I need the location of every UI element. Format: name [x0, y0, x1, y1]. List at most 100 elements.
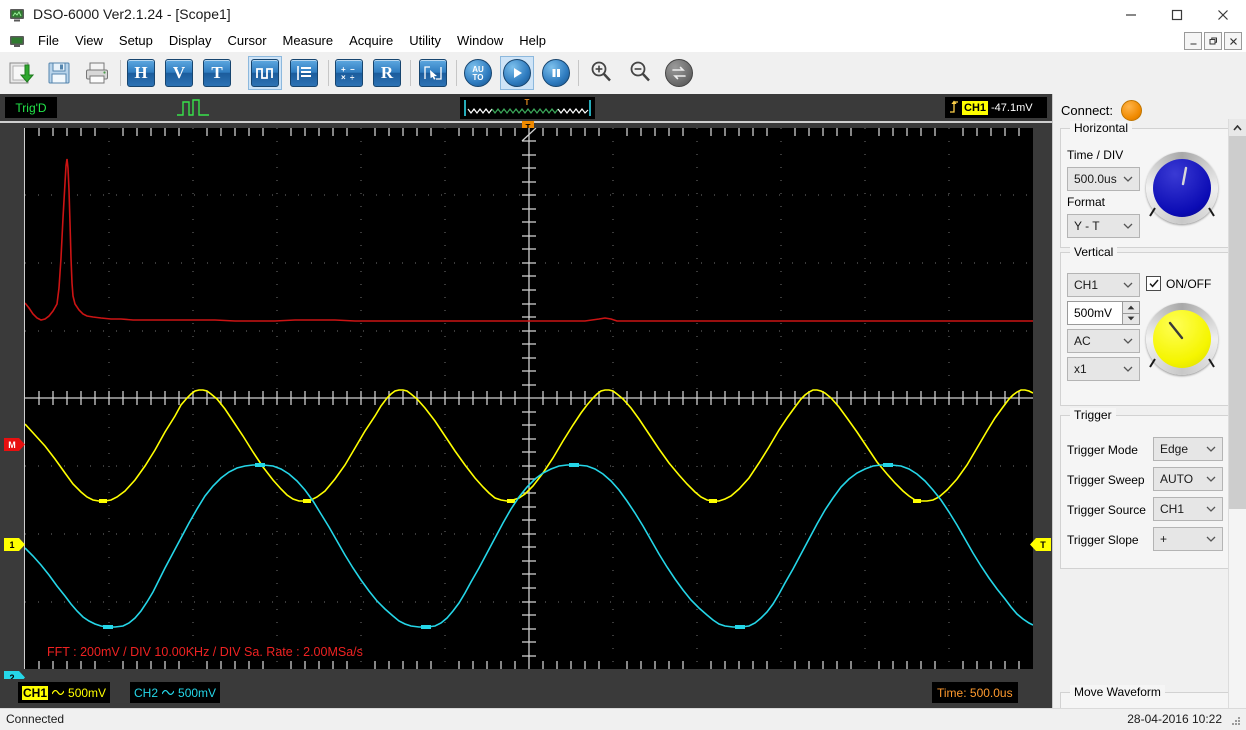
menu-item-cursor[interactable]: Cursor — [220, 30, 275, 52]
chevron-down-icon — [1123, 168, 1133, 190]
record-icon: R — [373, 59, 401, 87]
maximize-button[interactable] — [1154, 0, 1200, 30]
menu-bar: File View Setup Display Cursor Measure A… — [0, 30, 1246, 52]
document-icon — [9, 33, 25, 49]
channel-onoff-toggle[interactable]: ON/OFF — [1146, 276, 1211, 291]
menu-item-help[interactable]: Help — [511, 30, 554, 52]
mdi-window-buttons — [1184, 32, 1242, 50]
zoom-in-button[interactable] — [584, 56, 618, 90]
pause-icon — [542, 59, 570, 87]
scroll-up-icon[interactable] — [1229, 119, 1246, 136]
minimize-button[interactable] — [1108, 0, 1154, 30]
trigger-source-select[interactable]: CH1 — [1153, 497, 1223, 521]
connect-label: Connect: — [1061, 103, 1114, 118]
connect-status-indicator[interactable] — [1121, 100, 1143, 121]
title-bar: DSO-6000 Ver2.1.24 - [Scope1] — [0, 0, 1246, 30]
status-message: Connected — [6, 712, 65, 726]
toolbar-separator — [410, 60, 411, 86]
horizontal-button[interactable]: H — [124, 56, 158, 90]
vertical-scale-knob[interactable] — [1146, 303, 1218, 375]
trigger-sweep-value: AUTO — [1160, 472, 1194, 486]
vertical-channel-select[interactable]: CH1 — [1067, 273, 1140, 297]
refresh-button[interactable] — [662, 56, 696, 90]
cursor-button[interactable] — [416, 56, 450, 90]
chevron-down-icon — [1123, 274, 1133, 296]
stepper-up-icon[interactable] — [1122, 302, 1139, 313]
trigger-waveform-thumbnail — [175, 97, 215, 118]
probe-select[interactable]: x1 — [1067, 357, 1140, 381]
menu-item-setup[interactable]: Setup — [111, 30, 161, 52]
status-datetime: 28-04-2016 10:22 — [1127, 712, 1222, 726]
vertical-button[interactable]: V — [162, 56, 196, 90]
ch1-name-label: CH1 — [22, 685, 49, 700]
application-window: DSO-6000 Ver2.1.24 - [Scope1] File View … — [0, 0, 1246, 730]
menu-item-measure[interactable]: Measure — [275, 30, 342, 52]
close-button[interactable] — [1200, 0, 1246, 30]
trigger-readout: CH1 -47.1mV — [945, 97, 1047, 118]
open-button[interactable] — [4, 56, 38, 90]
trigger-sweep-select[interactable]: AUTO — [1153, 467, 1223, 491]
ch2-name-label: CH2 — [134, 685, 159, 700]
run-button[interactable] — [500, 56, 534, 90]
menu-item-acquire[interactable]: Acquire — [341, 30, 401, 52]
panel-scrollbar[interactable] — [1228, 119, 1246, 708]
pause-button[interactable] — [539, 56, 573, 90]
ch1-scale-label: 500mV — [68, 685, 107, 700]
ch1-scale-badge[interactable]: CH1 500mV — [18, 682, 111, 703]
chevron-down-icon — [1206, 468, 1216, 490]
rising-edge-icon — [949, 100, 959, 116]
trigger-level-marker[interactable]: T — [1029, 537, 1051, 552]
auto-button[interactable]: AU TO — [461, 56, 495, 90]
menu-item-utility[interactable]: Utility — [401, 30, 449, 52]
scope-grid-area: T — [0, 121, 1052, 684]
time-div-select[interactable]: 500.0us — [1067, 167, 1140, 191]
ch1-coupling-icon — [51, 686, 65, 700]
ch2-scale-label: 500mV — [178, 685, 217, 700]
menu-item-file[interactable]: File — [30, 30, 67, 52]
trigger-source-label: Trigger Source — [1067, 503, 1146, 517]
waveform-plot[interactable]: FFT : 200mV / DIV 10.00KHz / DIV Sa. Rat… — [24, 127, 1034, 669]
waveform-button[interactable] — [248, 56, 282, 90]
trigger-source-value: CH1 — [1160, 502, 1185, 516]
time-base-badge[interactable]: Time: 500.0us — [932, 682, 1018, 703]
format-select[interactable]: Y - T — [1067, 214, 1140, 238]
coupling-value: AC — [1074, 334, 1091, 348]
stepper-down-icon[interactable] — [1122, 312, 1139, 324]
zoom-out-button[interactable] — [623, 56, 657, 90]
ch1-position-marker[interactable]: 1 — [4, 537, 26, 552]
ch2-scale-badge[interactable]: CH2 500mV — [130, 682, 221, 703]
resize-grip-icon[interactable] — [1230, 715, 1242, 727]
print-button[interactable] — [80, 56, 114, 90]
vertical-scale-value: 500mV — [1074, 306, 1113, 320]
coupling-select[interactable]: AC — [1067, 329, 1140, 353]
mdi-restore-button[interactable] — [1204, 32, 1222, 50]
horizontal-icon: H — [127, 59, 155, 87]
svg-text:÷: ÷ — [350, 73, 355, 81]
stepper-buttons[interactable] — [1122, 302, 1139, 324]
record-button[interactable]: R — [370, 56, 404, 90]
math-position-marker[interactable]: M — [4, 437, 26, 452]
measure-button[interactable] — [287, 56, 321, 90]
trigger-mode-select[interactable]: Edge — [1153, 437, 1223, 461]
math-button[interactable]: + − × ÷ — [332, 56, 366, 90]
vertical-icon: V — [165, 59, 193, 87]
connect-status: Connect: — [1061, 100, 1143, 121]
scrollbar-track[interactable] — [1229, 509, 1246, 708]
menu-item-window[interactable]: Window — [449, 30, 511, 52]
move-waveform-title: Move Waveform — [1070, 685, 1165, 699]
horizontal-group-title: Horizontal — [1070, 121, 1133, 135]
vertical-scale-stepper[interactable]: 500mV — [1067, 301, 1140, 325]
scope-top-strip: Trig'D T CH1 -47.1mV — [0, 94, 1052, 123]
save-button[interactable] — [42, 56, 76, 90]
timebase-knob[interactable] — [1146, 152, 1218, 224]
mdi-close-button[interactable] — [1224, 32, 1242, 50]
scrollbar-thumb[interactable] — [1229, 136, 1246, 509]
mdi-minimize-button[interactable] — [1184, 32, 1202, 50]
trigger-icon: T — [203, 59, 231, 87]
waveform-overview[interactable]: T — [460, 97, 595, 119]
trigger-status-badge: Trig'D — [5, 97, 57, 118]
trigger-button[interactable]: T — [200, 56, 234, 90]
trigger-slope-select[interactable]: + — [1153, 527, 1223, 551]
menu-item-display[interactable]: Display — [161, 30, 220, 52]
menu-item-view[interactable]: View — [67, 30, 111, 52]
